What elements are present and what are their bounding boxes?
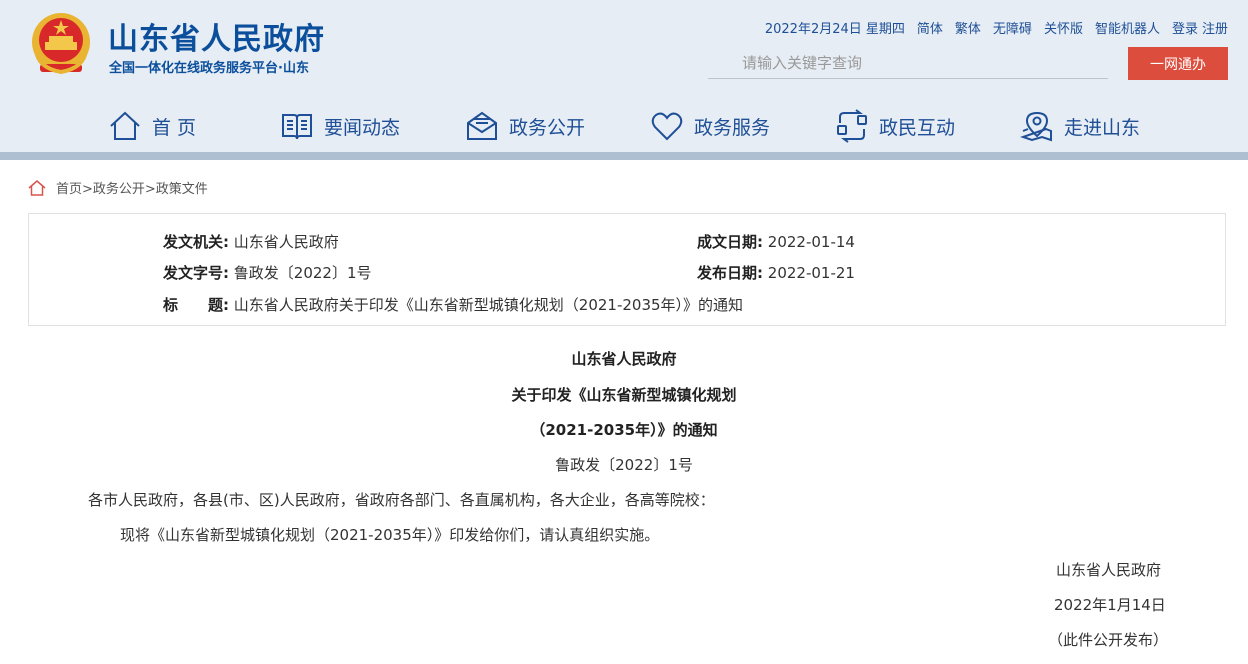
link-simplified[interactable]: 简体 [917,18,943,37]
number-label: 发文字号: [163,264,229,282]
search-bar [708,48,1108,79]
top-links: 2022年2月24日 星期四 简体 繁体 无障碍 关怀版 智能机器人 登录 注册 [765,18,1228,37]
title-row: 标 题: 山东省人民政府关于印发《山东省新型城镇化规划（2021-2035年）》… [163,294,743,315]
doc-note: （此件公开发布） [1048,631,1169,649]
nav-home[interactable]: 首 页 [108,104,196,148]
issuer-label: 发文机关: [163,233,229,251]
number-row: 发文字号: 鲁政发〔2022〕1号 [163,262,372,283]
portal-button[interactable]: 一网通办 [1128,47,1228,80]
nav-label: 要闻动态 [324,116,401,139]
site-header: 山东省人民政府 全国一体化在线政务服务平台·山东 2022年2月24日 星期四 … [0,0,1248,152]
login-register: 登录 注册 [1172,18,1228,37]
link-care-version[interactable]: 关怀版 [1044,18,1083,37]
nav-label: 走进山东 [1064,116,1141,139]
envelope-icon [467,111,497,140]
issuer-row: 发文机关: 山东省人民政府 [163,231,339,252]
nav-label: 政务服务 [694,116,771,139]
nav-label: 政务公开 [509,116,586,139]
site-title[interactable]: 山东省人民政府 [108,14,325,58]
nav-interaction[interactable]: 政民互动 [835,104,955,148]
doc-heading-1: 山东省人民政府 [571,350,677,368]
location-icon [1020,111,1052,142]
nav-label: 首 页 [152,116,197,139]
title-label: 标 题: [163,296,229,314]
home-icon[interactable] [28,179,46,196]
nav-label: 政民互动 [879,116,956,139]
interaction-icon [837,109,867,143]
nav-shandong[interactable]: 走进山东 [1020,104,1140,148]
nav-gov-services[interactable]: 政务服务 [650,104,770,148]
nav-news[interactable]: 要闻动态 [280,104,400,148]
doc-sign-date: 2022年1月14日 [1054,596,1166,614]
nav-gov-affairs[interactable]: 政务公开 [465,104,585,148]
doc-heading-2: 关于印发《山东省新型城镇化规划 [511,386,737,404]
breadcrumb: 首页>政务公开>政策文件 [28,178,208,197]
breadcrumb-path[interactable]: 首页>政务公开>政策文件 [56,178,208,197]
header-divider [0,152,1248,160]
doc-number: 鲁政发〔2022〕1号 [555,456,693,474]
pubdate-value: 2022-01-21 [767,264,855,282]
number-value: 鲁政发〔2022〕1号 [233,264,372,282]
date-value: 2022-01-14 [767,233,855,251]
date-row: 成文日期: 2022-01-14 [697,231,855,252]
doc-body: 现将《山东省新型城镇化规划（2021-2035年）》印发给你们，请认真组织实施。 [120,526,660,544]
national-emblem-icon [32,13,90,75]
title-value: 山东省人民政府关于印发《山东省新型城镇化规划（2021-2035年）》的通知 [233,296,744,314]
issuer-value: 山东省人民政府 [233,233,339,251]
current-date: 2022年2月24日 星期四 [764,22,905,37]
search-input[interactable] [708,48,1108,78]
site-subtitle[interactable]: 全国一体化在线政务服务平台·山东 [109,57,309,76]
doc-heading-3: （2021-2035年）》的通知 [530,421,718,439]
book-icon [282,114,312,140]
link-accessibility[interactable]: 无障碍 [993,18,1032,37]
login-link[interactable]: 登录 [1172,18,1198,37]
date-label: 成文日期: [697,233,763,251]
pubdate-label: 发布日期: [697,264,763,282]
document-info-box: 发文机关: 山东省人民政府 成文日期: 2022-01-14 发文字号: 鲁政发… [28,213,1226,326]
main-nav: 首 页 要闻动态 政务公开 政务服务 政民互动 走进山东 [0,104,1248,148]
pubdate-row: 发布日期: 2022-01-21 [697,262,855,283]
heart-icon [651,112,683,141]
register-link[interactable]: 注册 [1202,18,1228,37]
doc-signature: 山东省人民政府 [1056,561,1162,579]
link-traditional[interactable]: 繁体 [955,18,981,37]
doc-recipients: 各市人民政府，各县(市、区)人民政府，省政府各部门、各直属机构，各大企业，各高等… [88,491,715,509]
home-icon [110,111,140,140]
link-robot[interactable]: 智能机器人 [1095,18,1160,37]
